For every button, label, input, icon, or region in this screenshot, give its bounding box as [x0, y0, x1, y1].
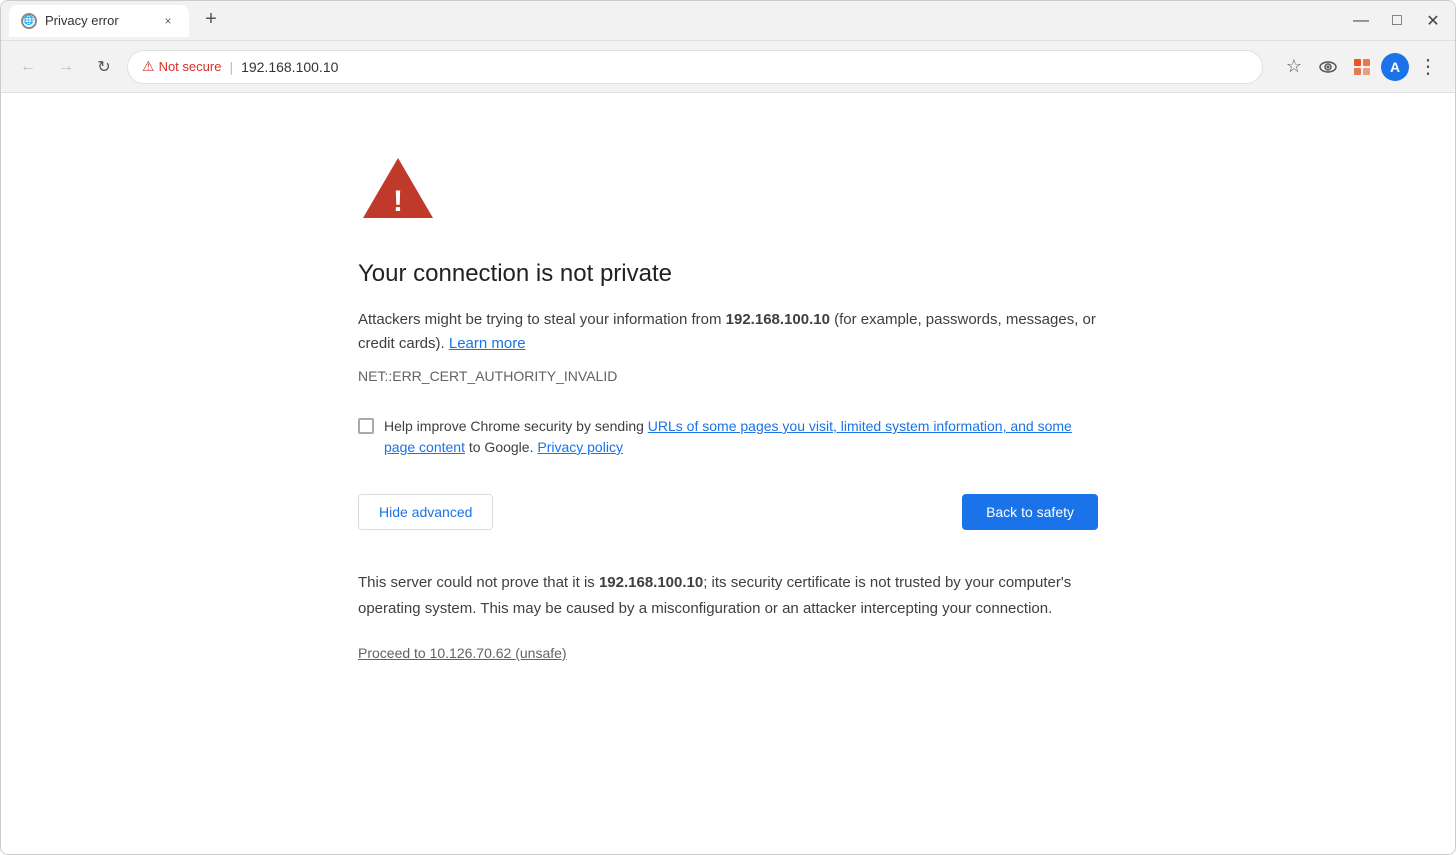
bookmark-button[interactable]: ☆: [1279, 52, 1309, 82]
warning-icon: ⚠: [142, 58, 155, 75]
error-description: Attackers might be trying to steal your …: [358, 308, 1098, 356]
privacy-policy-link[interactable]: Privacy policy: [537, 439, 623, 455]
checkbox-label-suffix: to Google.: [465, 439, 534, 455]
title-bar: 🌐 Privacy error × + — □ ✕: [1, 1, 1455, 41]
tab-title: Privacy error: [45, 13, 151, 28]
back-to-safety-button[interactable]: Back to safety: [962, 494, 1098, 530]
not-secure-indicator: ⚠ Not secure: [142, 58, 221, 75]
error-container: ! Your connection is not private Attacke…: [358, 153, 1098, 663]
advanced-text: This server could not prove that it is 1…: [358, 570, 1098, 621]
advanced-text-prefix: This server could not prove that it is: [358, 574, 599, 591]
warning-triangle-icon: !: [358, 153, 438, 223]
address-bar: ← → ↻ ⚠ Not secure | 192.168.100.10 ☆: [1, 41, 1455, 93]
tab-close-button[interactable]: ×: [159, 12, 177, 30]
checkbox-label-prefix: Help improve Chrome security by sending: [384, 418, 648, 434]
new-tab-button[interactable]: +: [197, 6, 225, 34]
maximize-button[interactable]: □: [1383, 7, 1411, 35]
tab-favicon: 🌐: [21, 13, 37, 29]
url-separator: |: [229, 59, 233, 75]
proceed-link[interactable]: Proceed to 10.126.70.62 (unsafe): [358, 645, 567, 661]
checkbox-row: Help improve Chrome security by sending …: [358, 416, 1098, 458]
active-tab[interactable]: 🌐 Privacy error ×: [9, 5, 189, 37]
description-prefix: Attackers might be trying to steal your …: [358, 311, 726, 328]
url-input[interactable]: ⚠ Not secure | 192.168.100.10: [127, 50, 1263, 84]
close-button[interactable]: ✕: [1419, 7, 1447, 35]
learn-more-link[interactable]: Learn more: [449, 335, 526, 352]
forward-button[interactable]: →: [51, 52, 81, 82]
button-row: Hide advanced Back to safety: [358, 494, 1098, 530]
extension2-button[interactable]: [1347, 52, 1377, 82]
browser-frame: 🌐 Privacy error × + — □ ✕ ← → ↻ ⚠ Not se…: [0, 0, 1456, 855]
checkbox-label: Help improve Chrome security by sending …: [384, 416, 1098, 458]
error-code: NET::ERR_CERT_AUTHORITY_INVALID: [358, 368, 1098, 384]
url-text: 192.168.100.10: [241, 59, 338, 75]
reload-button[interactable]: ↻: [89, 52, 119, 82]
page-content: ! Your connection is not private Attacke…: [1, 93, 1455, 854]
back-button[interactable]: ←: [13, 52, 43, 82]
extension1-button[interactable]: [1313, 52, 1343, 82]
not-secure-label: Not secure: [159, 59, 222, 74]
svg-text:!: !: [393, 185, 403, 218]
hide-advanced-button[interactable]: Hide advanced: [358, 494, 493, 530]
advanced-text-domain: 192.168.100.10: [599, 574, 703, 591]
security-checkbox[interactable]: [358, 418, 374, 434]
profile-button[interactable]: A: [1381, 53, 1409, 81]
description-domain: 192.168.100.10: [726, 311, 830, 328]
error-heading: Your connection is not private: [358, 260, 1098, 288]
toolbar-icons: ☆ A ⋮: [1279, 52, 1443, 82]
menu-button[interactable]: ⋮: [1413, 52, 1443, 82]
minimize-button[interactable]: —: [1347, 7, 1375, 35]
window-controls: — □ ✕: [1347, 7, 1447, 35]
